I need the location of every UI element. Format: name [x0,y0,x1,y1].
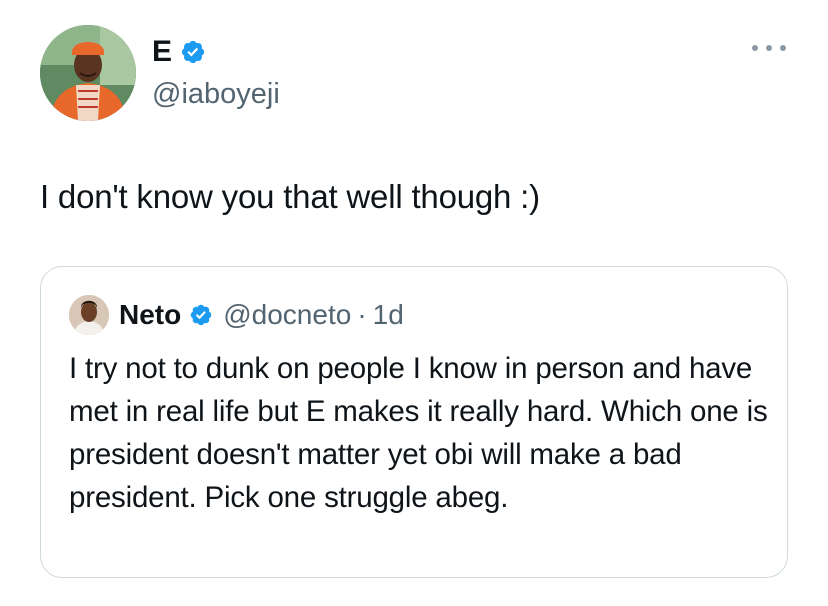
more-dot [780,45,786,51]
author-display-name[interactable]: E [152,34,172,70]
tweet-text: I don't know you that well though :) [40,178,540,215]
quoted-display-name[interactable]: Neto [119,297,181,333]
profile-photo [69,295,109,335]
author-avatar[interactable] [40,25,136,121]
quoted-handle[interactable]: @docneto [223,297,351,333]
more-dot [766,45,772,51]
verified-badge-icon[interactable] [180,39,206,65]
author-name-row: E [152,34,206,70]
quoted-timestamp[interactable]: 1d [373,297,404,333]
profile-photo [40,25,136,121]
quoted-header: Neto @docneto · 1d [119,297,404,333]
verified-badge-icon[interactable] [189,303,213,327]
separator-dot: · [357,299,367,330]
quoted-tweet-text: I try not to dunk on people I know in pe… [69,352,768,514]
author-handle[interactable]: @iaboyeji [152,76,280,112]
more-options-icon[interactable] [752,38,786,58]
more-dot [752,45,758,51]
quoted-tweet[interactable]: Neto @docneto · 1d I try not to dunk on … [40,266,788,578]
quoted-author-avatar[interactable] [69,295,109,335]
